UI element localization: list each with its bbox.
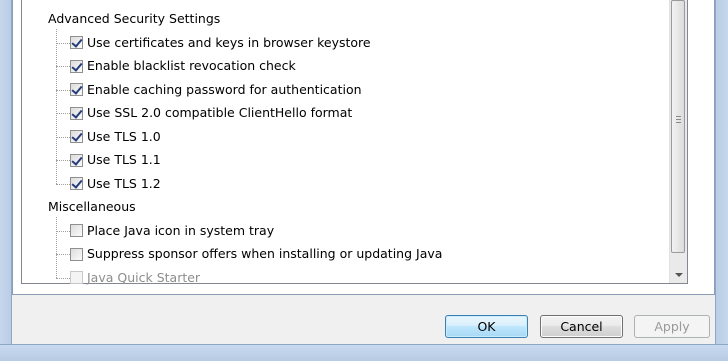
setting-item-label: Use TLS 1.1: [87, 152, 161, 167]
setting-item: Java Quick Starter: [70, 268, 200, 288]
ok-button[interactable]: OK: [445, 315, 528, 338]
setting-item[interactable]: Use TLS 1.1: [70, 150, 161, 170]
thumb-grip-line: [676, 122, 681, 123]
scrollbar-thumb[interactable]: [671, 0, 685, 253]
setting-item[interactable]: Use certificates and keys in browser key…: [70, 33, 371, 53]
checkbox[interactable]: [70, 153, 83, 167]
tree-connector-line: [56, 42, 70, 44]
tree-connector-line: [56, 230, 70, 232]
cancel-button[interactable]: Cancel: [540, 315, 623, 338]
setting-item-label: Use certificates and keys in browser key…: [87, 34, 371, 50]
setting-item[interactable]: Place Java icon in system tray: [70, 221, 274, 241]
section-heading: Miscellaneous: [48, 199, 136, 214]
vertical-scrollbar[interactable]: [669, 0, 687, 283]
setting-item[interactable]: Use TLS 1.2: [70, 174, 161, 194]
thumb-grip-line: [676, 116, 681, 117]
setting-item-label: Enable caching password for authenticati…: [87, 81, 362, 97]
setting-item-label: Suppress sponsor offers when installing …: [87, 246, 443, 261]
thumb-grip-line: [676, 119, 681, 120]
setting-item[interactable]: Enable blacklist revocation check: [70, 56, 296, 76]
cancel-button-label: Cancel: [560, 319, 603, 334]
apply-button[interactable]: Apply: [634, 315, 710, 338]
window-frame-left: [0, 0, 12, 344]
setting-item[interactable]: Use TLS 1.0: [70, 127, 161, 147]
checkbox[interactable]: [70, 36, 83, 49]
checkbox[interactable]: [70, 106, 83, 120]
checkbox[interactable]: [70, 83, 83, 96]
checkbox[interactable]: [70, 247, 83, 261]
tree-connector-line: [56, 160, 70, 161]
settings-tree[interactable]: Advanced Security Settings Use certificat…: [21, 0, 688, 285]
tree-connector-line: [56, 113, 70, 114]
setting-item-label: Enable blacklist revocation check: [87, 58, 296, 73]
tree-connector-line: [56, 89, 70, 91]
setting-item[interactable]: Use SSL 2.0 compatible ClientHello forma…: [70, 103, 352, 123]
tree-connector-line: [56, 277, 70, 279]
checkbox[interactable]: [70, 59, 83, 73]
setting-item-label: Use TLS 1.0: [87, 128, 161, 144]
tree-connector-line: [56, 66, 70, 67]
window-frame-bottom: [0, 344, 728, 361]
checkbox: [70, 271, 83, 284]
setting-item-label: Java Quick Starter: [87, 269, 201, 285]
setting-item[interactable]: Enable caching password for authenticati…: [70, 80, 362, 100]
window-frame-right: [715, 0, 728, 344]
tree-branch-line: [56, 29, 57, 184]
apply-button-label: Apply: [654, 319, 690, 334]
tree-connector-line: [56, 254, 70, 255]
setting-item-label: Place Java icon in system tray: [87, 222, 275, 238]
scroll-down-arrow-icon[interactable]: [670, 266, 687, 283]
setting-item[interactable]: Suppress sponsor offers when installing …: [70, 244, 442, 264]
ok-button-label: OK: [477, 319, 496, 334]
advanced-tab-panel: Advanced Security Settings Use certificat…: [12, 0, 715, 295]
checkbox[interactable]: [70, 177, 83, 190]
section-heading: Advanced Security Settings: [48, 11, 221, 26]
setting-item-label: Use SSL 2.0 compatible ClientHello forma…: [87, 105, 353, 120]
tree-connector-line: [56, 183, 70, 185]
checkbox[interactable]: [70, 130, 83, 143]
setting-item-label: Use TLS 1.2: [87, 175, 161, 191]
checkbox[interactable]: [70, 224, 83, 237]
tree-branch-line: [56, 217, 57, 278]
tree-connector-line: [56, 136, 70, 138]
